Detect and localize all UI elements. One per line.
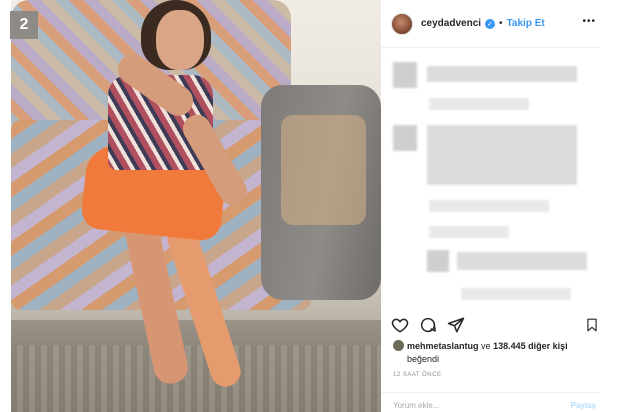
photo-figure-face [156,10,204,70]
censored-avatar [393,125,417,151]
post-header: ceydadvenci ✓ • Takip Et ••• [381,0,600,48]
bookmark-icon[interactable] [585,316,599,334]
post-comment-button[interactable]: Paylaş [571,401,596,410]
profile-avatar[interactable] [391,12,413,35]
more-options-icon[interactable]: ••• [582,16,596,27]
liker-avatar [393,340,404,351]
likes-summary: mehmetaslantug ve 138.445 diğer kişi beğ… [393,340,593,366]
heart-icon[interactable] [391,316,409,334]
follow-button[interactable]: Takip Et [507,18,545,29]
photo-armrest-light [281,115,366,225]
censored-text [427,125,577,185]
verified-check-icon: ✓ [485,18,496,29]
post-photo[interactable] [11,0,381,412]
liker-username[interactable]: mehmetaslantug [407,341,479,351]
header-separator: • [499,18,503,29]
comment-input[interactable]: Yorum ekle... [393,401,439,410]
profile-username[interactable]: ceydadvenci [421,18,481,29]
censored-avatar [427,250,449,272]
photo-rug [11,345,381,412]
likes-connector: ve [481,341,491,351]
censored-text [429,200,549,212]
censored-avatar [393,62,417,88]
censored-text [429,98,529,110]
censored-text [461,288,571,300]
likes-suffix: beğendi [407,354,440,364]
likes-count[interactable]: 138.445 diğer kişi [493,341,568,351]
post-side-panel: ceydadvenci ✓ • Takip Et ••• mehmetaslan… [381,0,600,412]
post-timestamp: 12 SAAT ÖNCE [393,372,442,378]
post-actions-bar [381,312,600,338]
comment-bubble-icon[interactable] [419,316,437,334]
image-number-badge: 2 [10,11,38,39]
censored-text [457,252,587,270]
paper-plane-icon[interactable] [447,316,465,334]
censored-text [429,226,509,238]
comment-bar: Yorum ekle... Paylaş [381,392,600,412]
censored-text [427,66,577,82]
